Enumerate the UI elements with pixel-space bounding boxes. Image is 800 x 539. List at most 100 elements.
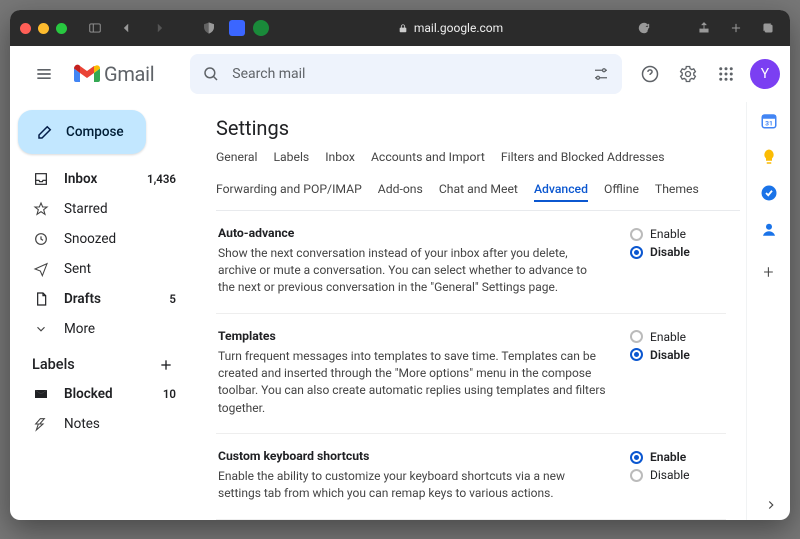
maximize-window-button[interactable] <box>56 23 67 34</box>
reload-button[interactable] <box>632 16 656 40</box>
lock-icon <box>398 23 408 34</box>
pencil-icon <box>36 123 54 141</box>
browser-chrome: mail.google.com <box>10 10 790 46</box>
snoozed-icon <box>32 231 50 247</box>
close-window-button[interactable] <box>20 23 31 34</box>
option-label: Enable <box>650 330 686 344</box>
nav-count: 10 <box>163 387 176 401</box>
account-avatar[interactable]: Y <box>750 59 780 89</box>
tab-general[interactable]: General <box>216 150 257 168</box>
nav-item-starred[interactable]: Starred <box>10 194 188 224</box>
radio-icon <box>630 348 643 361</box>
traffic-lights <box>20 23 67 34</box>
nav-item-inbox[interactable]: Inbox1,436 <box>10 164 188 194</box>
option-enable[interactable]: Enable <box>630 330 720 344</box>
apps-button[interactable] <box>708 56 744 92</box>
tabs-overview-button[interactable] <box>756 16 780 40</box>
blocked-icon <box>32 386 50 402</box>
setting-templates: TemplatesTurn frequent messages into tem… <box>216 314 726 434</box>
nav-label: Drafts <box>64 291 101 307</box>
contacts-icon[interactable] <box>760 220 778 238</box>
gmail-wordmark: Gmail <box>104 62 154 86</box>
shield-icon[interactable] <box>197 16 221 40</box>
option-label: Disable <box>650 348 690 362</box>
nav-item-notes[interactable]: Notes <box>10 409 188 439</box>
keep-icon[interactable] <box>760 148 778 166</box>
side-panel: 31 + <box>746 102 790 520</box>
address-bar[interactable]: mail.google.com <box>277 21 624 35</box>
nav-label: Sent <box>64 261 91 277</box>
nav-label: Blocked <box>64 386 113 402</box>
setting-custom-keyboard-shortcuts: Custom keyboard shortcuts Enable the abil… <box>216 434 726 519</box>
sent-icon <box>32 261 50 277</box>
back-button[interactable] <box>115 16 139 40</box>
forward-button[interactable] <box>147 16 171 40</box>
tab-offline[interactable]: Offline <box>604 182 639 202</box>
settings-panel: Settings General Labels Inbox Accounts and … <box>196 102 746 520</box>
inbox-icon <box>32 171 50 187</box>
setting-description: Enable the ability to customize your key… <box>218 469 565 500</box>
extension-icon[interactable] <box>229 20 245 36</box>
option-label: Enable <box>650 450 686 464</box>
compose-label: Compose <box>66 124 124 140</box>
compose-button[interactable]: Compose <box>18 110 146 154</box>
drafts-icon <box>32 291 50 307</box>
tab-labels[interactable]: Labels <box>273 150 309 168</box>
starred-icon <box>32 201 50 217</box>
option-disable[interactable]: Disable <box>630 348 720 362</box>
setting-auto-advance: Auto-advanceShow the next conversation i… <box>216 211 726 314</box>
gmail-logo[interactable]: Gmail <box>74 62 154 86</box>
add-on-button[interactable]: + <box>763 262 773 283</box>
nav-label: Notes <box>64 416 100 432</box>
tasks-icon[interactable] <box>760 184 778 202</box>
calendar-icon[interactable]: 31 <box>760 112 778 130</box>
gmail-header: Gmail Y <box>10 46 790 102</box>
nav-item-snoozed[interactable]: Snoozed <box>10 224 188 254</box>
search-icon <box>202 65 220 83</box>
url-text: mail.google.com <box>414 21 503 35</box>
add-label-button[interactable] <box>158 357 174 373</box>
tab-add-ons[interactable]: Add-ons <box>378 182 423 202</box>
new-tab-button[interactable] <box>724 16 748 40</box>
tab-filters-and-blocked-addresses[interactable]: Filters and Blocked Addresses <box>501 150 665 168</box>
setting-title: Auto-advance <box>218 225 294 243</box>
tab-accounts-and-import[interactable]: Accounts and Import <box>371 150 485 168</box>
radio-icon <box>630 228 643 241</box>
extension-icon[interactable] <box>253 20 269 36</box>
tab-forwarding-and-pop-imap[interactable]: Forwarding and POP/IMAP <box>216 182 362 202</box>
tab-themes[interactable]: Themes <box>655 182 699 202</box>
settings-list[interactable]: Auto-advanceShow the next conversation i… <box>216 210 740 520</box>
search-input[interactable] <box>232 66 580 82</box>
tab-chat-and-meet[interactable]: Chat and Meet <box>439 182 518 202</box>
nav-item-more[interactable]: More <box>10 314 188 344</box>
support-button[interactable] <box>632 56 668 92</box>
tab-advanced[interactable]: Advanced <box>534 182 588 202</box>
minimize-window-button[interactable] <box>38 23 49 34</box>
nav-item-sent[interactable]: Sent <box>10 254 188 284</box>
main-menu-button[interactable] <box>24 54 64 94</box>
option-disable[interactable]: Disable <box>630 468 720 482</box>
settings-tabs: General Labels Inbox Accounts and Import Fil… <box>216 150 740 210</box>
search-bar[interactable] <box>190 54 622 94</box>
more-icon <box>32 322 50 336</box>
collapse-panel-button[interactable] <box>764 498 778 512</box>
nav-item-drafts[interactable]: Drafts 5 <box>10 284 188 314</box>
option-enable[interactable]: Enable <box>630 450 720 464</box>
settings-button[interactable] <box>670 56 706 92</box>
nav-item-blocked[interactable]: Blocked 10 <box>10 379 188 409</box>
search-options-icon[interactable] <box>592 65 610 83</box>
share-button[interactable] <box>692 16 716 40</box>
option-enable[interactable]: Enable <box>630 227 720 241</box>
option-disable[interactable]: Disable <box>630 245 720 259</box>
setting-title: Templates <box>218 328 276 346</box>
page-title: Settings <box>216 116 740 140</box>
radio-icon <box>630 451 643 464</box>
svg-text:31: 31 <box>765 120 773 128</box>
nav-count: 5 <box>169 292 176 306</box>
setting-title: Custom keyboard shortcuts <box>218 448 369 466</box>
tab-inbox[interactable]: Inbox <box>325 150 355 168</box>
radio-icon <box>630 246 643 259</box>
radio-icon <box>630 330 643 343</box>
sidebar-toggle-icon[interactable] <box>83 16 107 40</box>
notes-icon <box>32 416 50 432</box>
